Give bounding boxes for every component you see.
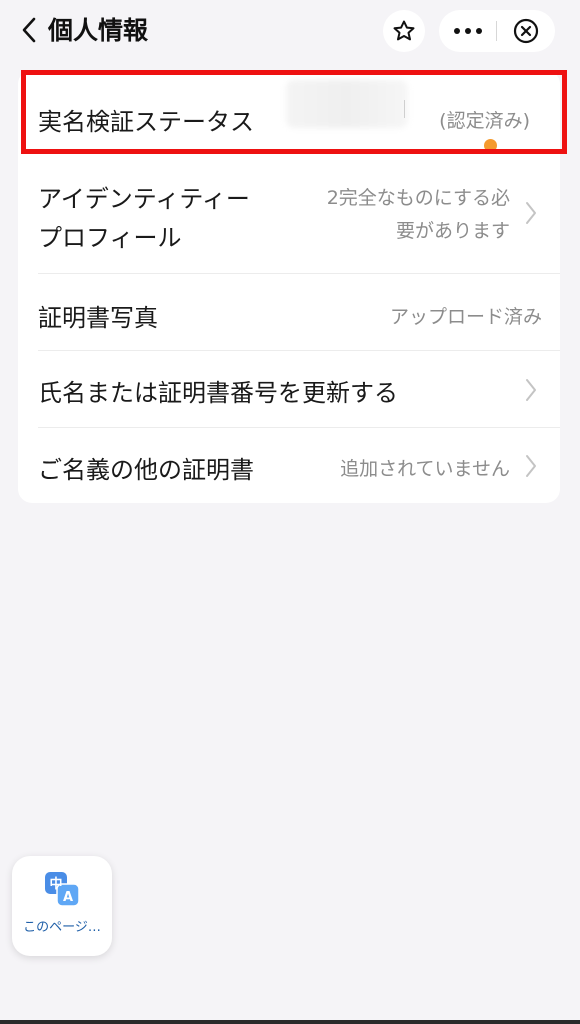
star-icon	[393, 20, 415, 41]
chevron-right-icon	[526, 202, 536, 224]
row-value-line: 2完全なものにする必	[326, 187, 510, 209]
translate-glyph-bottom: A	[63, 890, 73, 905]
close-button[interactable]	[497, 10, 555, 52]
identity-profile-value: 2完全なものにする必 要があります	[327, 182, 510, 248]
row-label: 証明書写真	[38, 304, 158, 332]
mini-program-capsule	[439, 10, 555, 52]
favorite-button[interactable]	[383, 10, 425, 52]
row-label: アイデンティティー プロフィール	[38, 180, 250, 258]
row-label-line: プロフィール	[38, 224, 182, 252]
header: 個人情報	[0, 0, 580, 64]
chevron-left-icon	[22, 17, 36, 43]
row-certificate-photo[interactable]: 証明書写真 アップロード済み	[18, 274, 560, 351]
back-button[interactable]	[14, 12, 44, 48]
chevron-right-icon	[526, 455, 536, 477]
more-dots-icon	[453, 28, 482, 34]
row-label: 氏名または証明書番号を更新する	[38, 379, 398, 407]
row-value-line: 要があります	[395, 220, 510, 242]
highlight-annotation	[21, 70, 567, 154]
page-title: 個人情報	[48, 16, 149, 45]
row-label: ご名義の他の証明書	[38, 456, 254, 484]
close-circle-icon	[513, 18, 539, 44]
row-update-name-or-number[interactable]: 氏名または証明書番号を更新する	[18, 351, 560, 428]
bottom-edge-bar	[0, 1020, 580, 1024]
translate-icon: 中 A	[45, 872, 80, 907]
certificate-photo-value: アップロード済み	[389, 306, 542, 328]
chevron-right-icon	[526, 379, 536, 401]
translate-page-button[interactable]: 中 A このページ…	[12, 856, 112, 956]
translate-label: このページ…	[23, 920, 101, 935]
row-identity-profile[interactable]: アイデンティティー プロフィール 2完全なものにする必 要があります	[18, 154, 560, 274]
translate-glyph-top: 中	[49, 876, 62, 892]
row-label-line: アイデンティティー	[38, 185, 250, 213]
row-other-certificates[interactable]: ご名義の他の証明書 追加されていません	[18, 428, 560, 503]
other-certificates-value: 追加されていません	[340, 458, 510, 480]
more-button[interactable]	[439, 10, 496, 52]
